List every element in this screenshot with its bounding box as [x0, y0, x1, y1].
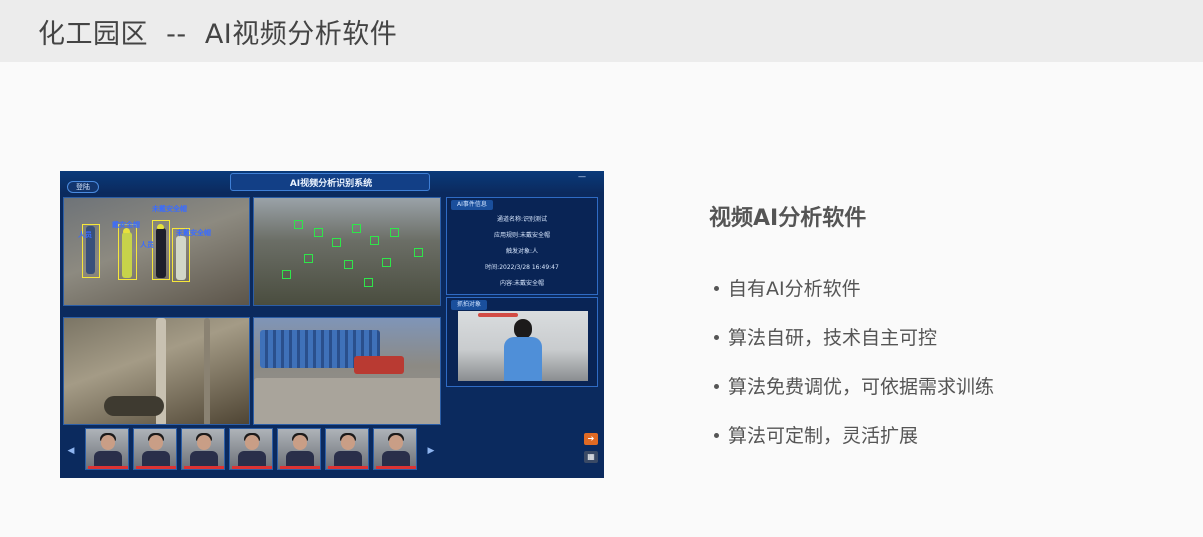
detection-box	[414, 248, 423, 257]
detection-box	[152, 220, 170, 280]
thumb-tag	[328, 466, 368, 469]
person-head	[514, 319, 532, 339]
grid-view-icon[interactable]: ▦	[584, 451, 598, 463]
detection-label: 人员	[78, 231, 92, 239]
detection-box	[304, 254, 313, 263]
thumb-tag	[136, 466, 176, 469]
water-pool	[104, 396, 164, 416]
detection-box	[352, 224, 361, 233]
feature-text: 算法自研，技术自主可控	[728, 327, 938, 349]
event-line: 应用规则:未戴安全帽	[493, 232, 551, 239]
detection-label: 人员	[140, 241, 154, 249]
thumbnail[interactable]	[229, 428, 273, 470]
bullet-dot	[714, 334, 719, 340]
event-line: 触发对象:人	[505, 248, 539, 255]
event-line: 通道名称:识别测试	[496, 216, 548, 223]
thumb-tag	[280, 466, 320, 469]
detection-box	[370, 236, 379, 245]
event-line: 内容:未戴安全帽	[499, 280, 545, 287]
camera-feed-4[interactable]	[253, 317, 441, 425]
camera-feed-2[interactable]	[253, 197, 441, 306]
page-header: 化工园区 -- AI视频分析软件	[0, 0, 1203, 62]
feature-item: 算法自研，技术自主可控	[714, 323, 994, 372]
thumb-tag	[88, 466, 128, 469]
detection-label: 未戴安全帽	[176, 229, 211, 237]
detection-box	[332, 238, 341, 247]
thumb-face	[293, 435, 307, 450]
capture-panel: 抓拍对象	[446, 297, 598, 387]
thumb-tag	[232, 466, 272, 469]
event-panel-header: AI事件信息	[451, 200, 493, 210]
thumbnail[interactable]	[325, 428, 369, 470]
feature-text: 算法可定制，灵活扩展	[728, 425, 919, 447]
feature-item: 算法免费调优，可依据需求训练	[714, 372, 994, 421]
thumb-tag	[184, 466, 224, 469]
thumbnail[interactable]	[181, 428, 225, 470]
detection-box	[118, 224, 137, 280]
thumbnail[interactable]	[373, 428, 417, 470]
thumbnail[interactable]	[85, 428, 129, 470]
feature-text: 自有AI分析软件	[728, 278, 861, 300]
bullet-dot	[714, 432, 719, 438]
capture-thumbnails	[63, 428, 438, 474]
equipment-pipe	[204, 318, 210, 424]
product-screenshot: AI视频分析识别系统 登陆 — 未戴安全帽 戴安全帽 人员 人员 未戴安全帽 A…	[60, 171, 604, 478]
feature-text: 算法免费调优，可依据需求训练	[728, 376, 995, 398]
page-title: 化工园区 -- AI视频分析软件	[38, 19, 398, 50]
export-arrow-icon[interactable]: ➔	[584, 433, 598, 445]
login-button[interactable]: 登陆	[67, 181, 99, 193]
app-title: AI视频分析识别系统	[289, 179, 373, 189]
thumbnail[interactable]	[277, 428, 321, 470]
minimize-icon[interactable]: —	[578, 173, 586, 181]
capture-image[interactable]	[458, 311, 588, 381]
thumbnail[interactable]	[133, 428, 177, 470]
detection-label: 未戴安全帽	[152, 205, 187, 213]
thumb-face	[389, 435, 403, 450]
camera-feed-3[interactable]	[63, 317, 250, 425]
person-body	[504, 337, 542, 381]
red-cylinders	[354, 356, 404, 374]
thumb-face	[245, 435, 259, 450]
bullet-dot	[714, 285, 719, 291]
thumb-face	[149, 435, 163, 450]
detection-box	[314, 228, 323, 237]
feature-list: 自有AI分析软件 算法自研，技术自主可控 算法免费调优，可依据需求训练 算法可定…	[714, 274, 994, 470]
event-line: 时间:2022/3/28 16:49:47	[485, 264, 559, 271]
camera-feed-1[interactable]: 未戴安全帽 戴安全帽 人员 人员 未戴安全帽	[63, 197, 250, 306]
red-sign	[478, 313, 518, 317]
detection-box	[390, 228, 399, 237]
capture-panel-header: 抓拍对象	[451, 300, 488, 310]
thumb-face	[101, 435, 115, 450]
detection-label: 戴安全帽	[112, 221, 140, 229]
detection-box	[382, 258, 391, 267]
detection-box	[364, 278, 373, 287]
floor	[254, 378, 440, 424]
thumb-face	[197, 435, 211, 450]
detection-box	[282, 270, 291, 279]
ai-event-panel: AI事件信息 通道名称:识别测试 应用规则:未戴安全帽 触发对象:人 时间:20…	[446, 197, 598, 295]
app-title-plate: AI视频分析识别系统	[230, 173, 430, 191]
bullet-dot	[714, 383, 719, 389]
feature-item: 算法可定制，灵活扩展	[714, 421, 994, 470]
feature-title: 视频AI分析软件	[709, 206, 867, 231]
thumb-tag	[376, 466, 416, 469]
thumb-face	[341, 435, 355, 450]
detection-box	[294, 220, 303, 229]
feature-item: 自有AI分析软件	[714, 274, 994, 323]
detection-box	[344, 260, 353, 269]
next-arrow-icon[interactable]: ▶	[426, 446, 436, 456]
